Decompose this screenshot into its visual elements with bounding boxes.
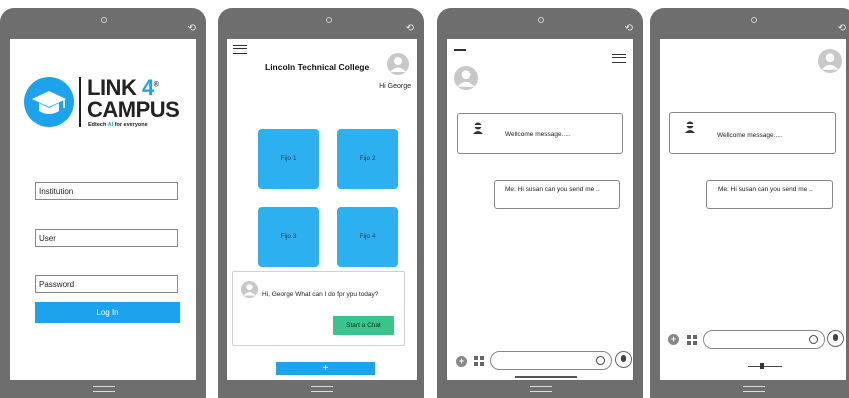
welcome-bubble: Wellcome message..... bbox=[669, 112, 836, 154]
chat-alt-screen: Wellcome message..... Me: Hi susan can y… bbox=[660, 39, 846, 380]
rotate-icon: ⟲ bbox=[405, 23, 414, 34]
assistant-message: Hi, George What can I do fpr ypu today? bbox=[262, 291, 379, 298]
password-field[interactable]: Password bbox=[35, 275, 178, 293]
me-text: Me: Hi susan can you send me .. bbox=[718, 186, 813, 193]
camera-icon bbox=[538, 17, 544, 23]
home-screen: Lincoln Technical College Hi George Fijo… bbox=[227, 39, 417, 380]
home-button[interactable] bbox=[311, 386, 333, 392]
message-input[interactable] bbox=[703, 330, 825, 349]
tagline-pre: Edtech bbox=[88, 122, 108, 128]
login-screen: LINK 4® CAMPUS Edtech AI for everyone In… bbox=[10, 39, 196, 380]
camera-icon bbox=[326, 17, 332, 23]
hamburger-menu-icon[interactable] bbox=[612, 54, 626, 63]
brand-registered: ® bbox=[153, 81, 159, 89]
bot-icon bbox=[685, 121, 695, 133]
emoji-icon[interactable] bbox=[809, 335, 818, 344]
apps-grid-icon[interactable] bbox=[474, 356, 484, 366]
me-bubble: Me: Hi susan can you send me .. bbox=[706, 180, 833, 209]
back-icon[interactable] bbox=[454, 49, 466, 51]
chat-screen: Wellcome message..... Me: Hi susan can y… bbox=[447, 39, 633, 380]
institution-field[interactable]: Institution bbox=[35, 182, 178, 200]
bot-icon bbox=[473, 122, 483, 134]
contact-avatar-icon[interactable] bbox=[454, 66, 478, 90]
hamburger-menu-icon[interactable] bbox=[233, 45, 247, 54]
me-bubble: Me: Hi susan can you send me .. bbox=[494, 180, 620, 209]
contact-avatar-icon[interactable] bbox=[818, 49, 842, 73]
home-button[interactable] bbox=[93, 386, 115, 392]
phone-home: ⟲ Lincoln Technical College Hi George Fi… bbox=[218, 8, 424, 398]
college-name: Lincoln Technical College bbox=[265, 62, 370, 72]
slider-track[interactable] bbox=[748, 366, 782, 367]
phone-login: ⟲ LINK 4® CAMPUS Edtech AI for everyone … bbox=[0, 8, 206, 398]
scroll-indicator bbox=[515, 376, 577, 378]
assistant-avatar-icon bbox=[241, 281, 258, 298]
phone-chat: ⟲ Wellcome message..... Me: Hi susan can… bbox=[437, 8, 643, 398]
rotate-icon: ⟲ bbox=[624, 23, 633, 34]
apps-grid-icon[interactable] bbox=[687, 335, 697, 345]
add-attachment-icon[interactable]: + bbox=[668, 334, 679, 345]
welcome-text: Wellcome message..... bbox=[717, 132, 783, 139]
tagline-post: for everyone bbox=[113, 122, 148, 128]
tile-fijo-1[interactable]: Fijo 1 bbox=[258, 129, 319, 189]
emoji-icon[interactable] bbox=[596, 356, 605, 365]
microphone-button[interactable] bbox=[827, 330, 844, 347]
brand-tagline: Edtech AI for everyone bbox=[88, 122, 148, 128]
login-button[interactable]: Log In bbox=[35, 302, 180, 323]
rotate-icon: ⟲ bbox=[837, 23, 846, 34]
welcome-bubble: Wellcome message..... bbox=[457, 113, 623, 154]
add-attachment-icon[interactable]: + bbox=[456, 356, 467, 367]
logo-divider bbox=[79, 77, 81, 127]
assistant-card: Hi, George What can I do fpr ypu today? … bbox=[232, 271, 405, 346]
me-text: Me: Hi susan can you send me .. bbox=[505, 186, 600, 193]
start-chat-button[interactable]: Start a Chat bbox=[333, 316, 394, 335]
phone-chat-alt: ⟲ Wellcome message..... Me: Hi susan can… bbox=[650, 8, 849, 398]
camera-icon bbox=[751, 17, 757, 23]
graduation-cap-logo-icon bbox=[24, 77, 74, 127]
home-button[interactable] bbox=[743, 386, 765, 392]
add-button[interactable]: + bbox=[276, 362, 375, 375]
user-field[interactable]: User bbox=[35, 229, 178, 247]
brand-campus: CAMPUS bbox=[87, 97, 180, 122]
graduation-cap-icon bbox=[32, 91, 66, 114]
greeting: Hi George bbox=[379, 83, 411, 90]
welcome-text: Wellcome message..... bbox=[505, 131, 571, 138]
tile-fijo-2[interactable]: Fijo 2 bbox=[337, 129, 398, 189]
tile-fijo-3[interactable]: Fijo 3 bbox=[258, 207, 319, 267]
microphone-icon bbox=[621, 355, 626, 362]
message-input[interactable] bbox=[490, 351, 612, 370]
slider-handle[interactable] bbox=[760, 363, 764, 369]
home-button[interactable] bbox=[530, 386, 552, 392]
microphone-icon bbox=[833, 334, 838, 341]
rotate-icon: ⟲ bbox=[187, 23, 196, 34]
camera-icon bbox=[101, 17, 107, 23]
microphone-button[interactable] bbox=[615, 351, 632, 368]
user-avatar-icon[interactable] bbox=[387, 53, 409, 75]
tile-fijo-4[interactable]: Fijo 4 bbox=[337, 207, 398, 267]
